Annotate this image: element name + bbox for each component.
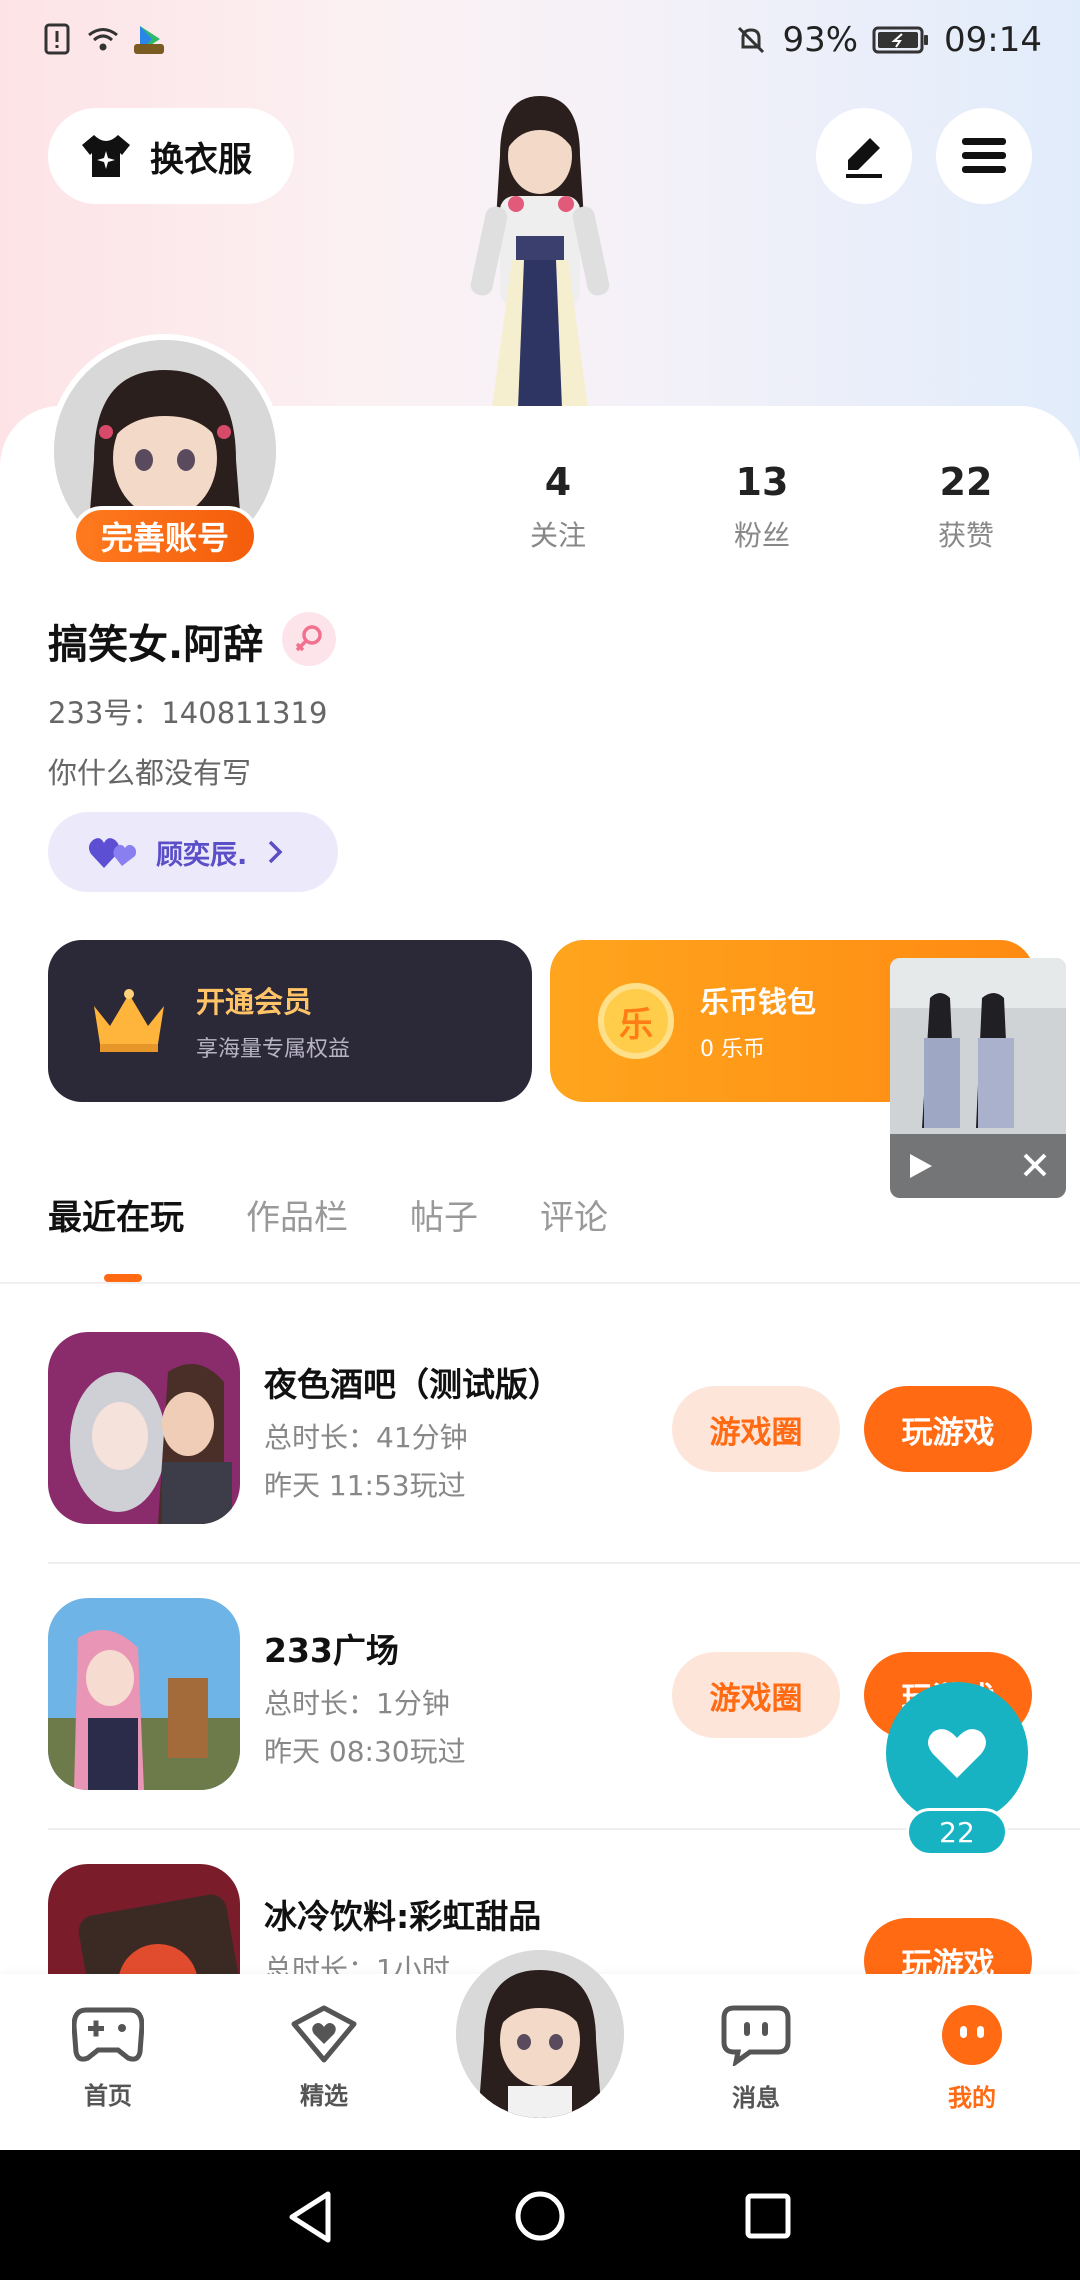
like-floating-button[interactable] (886, 1682, 1028, 1824)
stat-following-count: 4 (544, 460, 572, 504)
profile-face-icon (942, 2005, 1002, 2065)
game-circle-button[interactable]: 游戏圈 (672, 1652, 840, 1738)
tab-recently-played[interactable]: 最近在玩 (48, 1190, 184, 1239)
status-left-icons (40, 22, 166, 56)
pencil-icon (846, 138, 882, 178)
tab-posts[interactable]: 帖子 (410, 1190, 478, 1239)
gamepad-icon (71, 2007, 145, 2062)
tabs-divider (0, 1282, 1080, 1284)
coin-char: 乐 (619, 1004, 653, 1045)
nav-avatar-button[interactable] (456, 1950, 624, 2118)
game-duration: 总时长：41分钟 (264, 1421, 468, 1454)
battery-percent: 93% (782, 20, 859, 60)
nav-mine-label: 我的 (948, 2084, 996, 2112)
system-navigation-bar (0, 2150, 1080, 2280)
game-last-played: 昨天 11:53玩过 (264, 1469, 466, 1502)
game-last-played: 昨天 08:30玩过 (264, 1735, 466, 1768)
heart-badge-icon (291, 2005, 357, 2063)
dress-up-label: 换衣服 (150, 139, 252, 180)
vip-membership-card[interactable]: 开通会员 享海量专属权益 (48, 940, 532, 1102)
username: 搞笑女.阿辞 (48, 622, 264, 668)
alert-icon (44, 23, 70, 55)
back-icon[interactable] (286, 2190, 336, 2244)
avatar (456, 1950, 624, 2118)
vip-title: 开通会员 (196, 985, 313, 1019)
mini-player-controls (890, 1134, 1066, 1198)
video-thumbnail (890, 958, 1066, 1134)
crown-icon (94, 989, 164, 1052)
stat-likes-label: 获赞 (937, 519, 994, 552)
nav-home-label: 首页 (84, 2082, 132, 2110)
nav-featured[interactable]: 精选 (264, 2004, 384, 2111)
complete-account-badge[interactable]: 完善账号 (72, 506, 258, 566)
stat-likes-count: 22 (939, 460, 993, 504)
battery-icon (872, 26, 929, 54)
stat-likes[interactable]: 22 获赞 (896, 460, 1036, 554)
play-icon[interactable] (908, 1152, 934, 1180)
content-tabs: 最近在玩 作品栏 帖子 评论 (48, 1190, 608, 1239)
status-bar: 93% 09:14 (0, 0, 1080, 90)
bell-muted-icon (738, 26, 765, 54)
user-id: 233号：140811319 (48, 696, 328, 730)
game-icon (48, 1332, 240, 1524)
stat-following[interactable]: 4 关注 (488, 460, 628, 554)
menu-button[interactable] (936, 108, 1032, 204)
dress-up-button[interactable]: 换衣服 (48, 108, 294, 204)
user-bio: 你什么都没有写 (48, 756, 252, 790)
chevron-right-icon (269, 840, 283, 864)
gender-female-icon (282, 612, 336, 666)
tab-works[interactable]: 作品栏 (246, 1190, 348, 1239)
stat-followers-count: 13 (735, 460, 789, 504)
tshirt-icon (82, 135, 130, 177)
stat-followers[interactable]: 13 粉丝 (692, 460, 832, 554)
heart-icon (928, 1729, 986, 1778)
game-name: 夜色酒吧（测试版） (264, 1365, 561, 1404)
cp-relationship-button[interactable]: 顾奕辰. (48, 812, 338, 892)
edit-profile-button[interactable] (816, 108, 912, 204)
nav-messages[interactable]: 消息 (696, 2004, 816, 2113)
nav-featured-label: 精选 (300, 2082, 348, 2110)
close-icon[interactable] (1022, 1152, 1048, 1178)
home-circle-icon[interactable] (514, 2190, 566, 2242)
game-duration: 总时长：1分钟 (264, 1687, 450, 1720)
stat-following-label: 关注 (529, 519, 586, 552)
game-name: 冰冷饮料:彩虹甜品 (264, 1897, 542, 1936)
app-notification-icon (134, 26, 164, 54)
cp-name: 顾奕辰. (156, 839, 248, 871)
recents-square-icon[interactable] (744, 2192, 792, 2240)
stat-followers-label: 粉丝 (733, 519, 790, 552)
game-icon (48, 1598, 240, 1790)
wifi-icon (88, 28, 118, 51)
nav-messages-label: 消息 (732, 2084, 780, 2112)
nav-home[interactable]: 首页 (48, 2004, 168, 2111)
status-right-icons: 93% 09:14 (734, 20, 1042, 60)
avatar-3d-figure[interactable] (420, 86, 660, 408)
hamburger-menu-icon (962, 138, 1006, 173)
game-row[interactable]: 夜色酒吧（测试版） 总时长：41分钟 昨天 11:53玩过 游戏圈 玩游戏 (0, 1332, 1080, 1598)
wallet-title: 乐币钱包 (700, 985, 817, 1019)
row-divider (48, 1562, 1080, 1564)
nav-mine[interactable]: 我的 (912, 2004, 1032, 2113)
vip-subtitle: 享海量专属权益 (196, 1037, 351, 1062)
chat-icon (721, 2005, 791, 2068)
coin-icon: 乐 (598, 983, 674, 1059)
wallet-balance: 0 乐币 (700, 1037, 765, 1062)
play-game-button[interactable]: 玩游戏 (864, 1386, 1032, 1472)
game-name: 233广场 (264, 1631, 399, 1670)
like-count-badge: 22 (906, 1808, 1008, 1856)
clock: 09:14 (944, 20, 1042, 60)
double-heart-icon (88, 838, 137, 868)
mini-video-player[interactable] (890, 958, 1066, 1198)
active-tab-indicator (104, 1274, 142, 1282)
game-circle-button[interactable]: 游戏圈 (672, 1386, 840, 1472)
tab-comments[interactable]: 评论 (540, 1190, 608, 1239)
